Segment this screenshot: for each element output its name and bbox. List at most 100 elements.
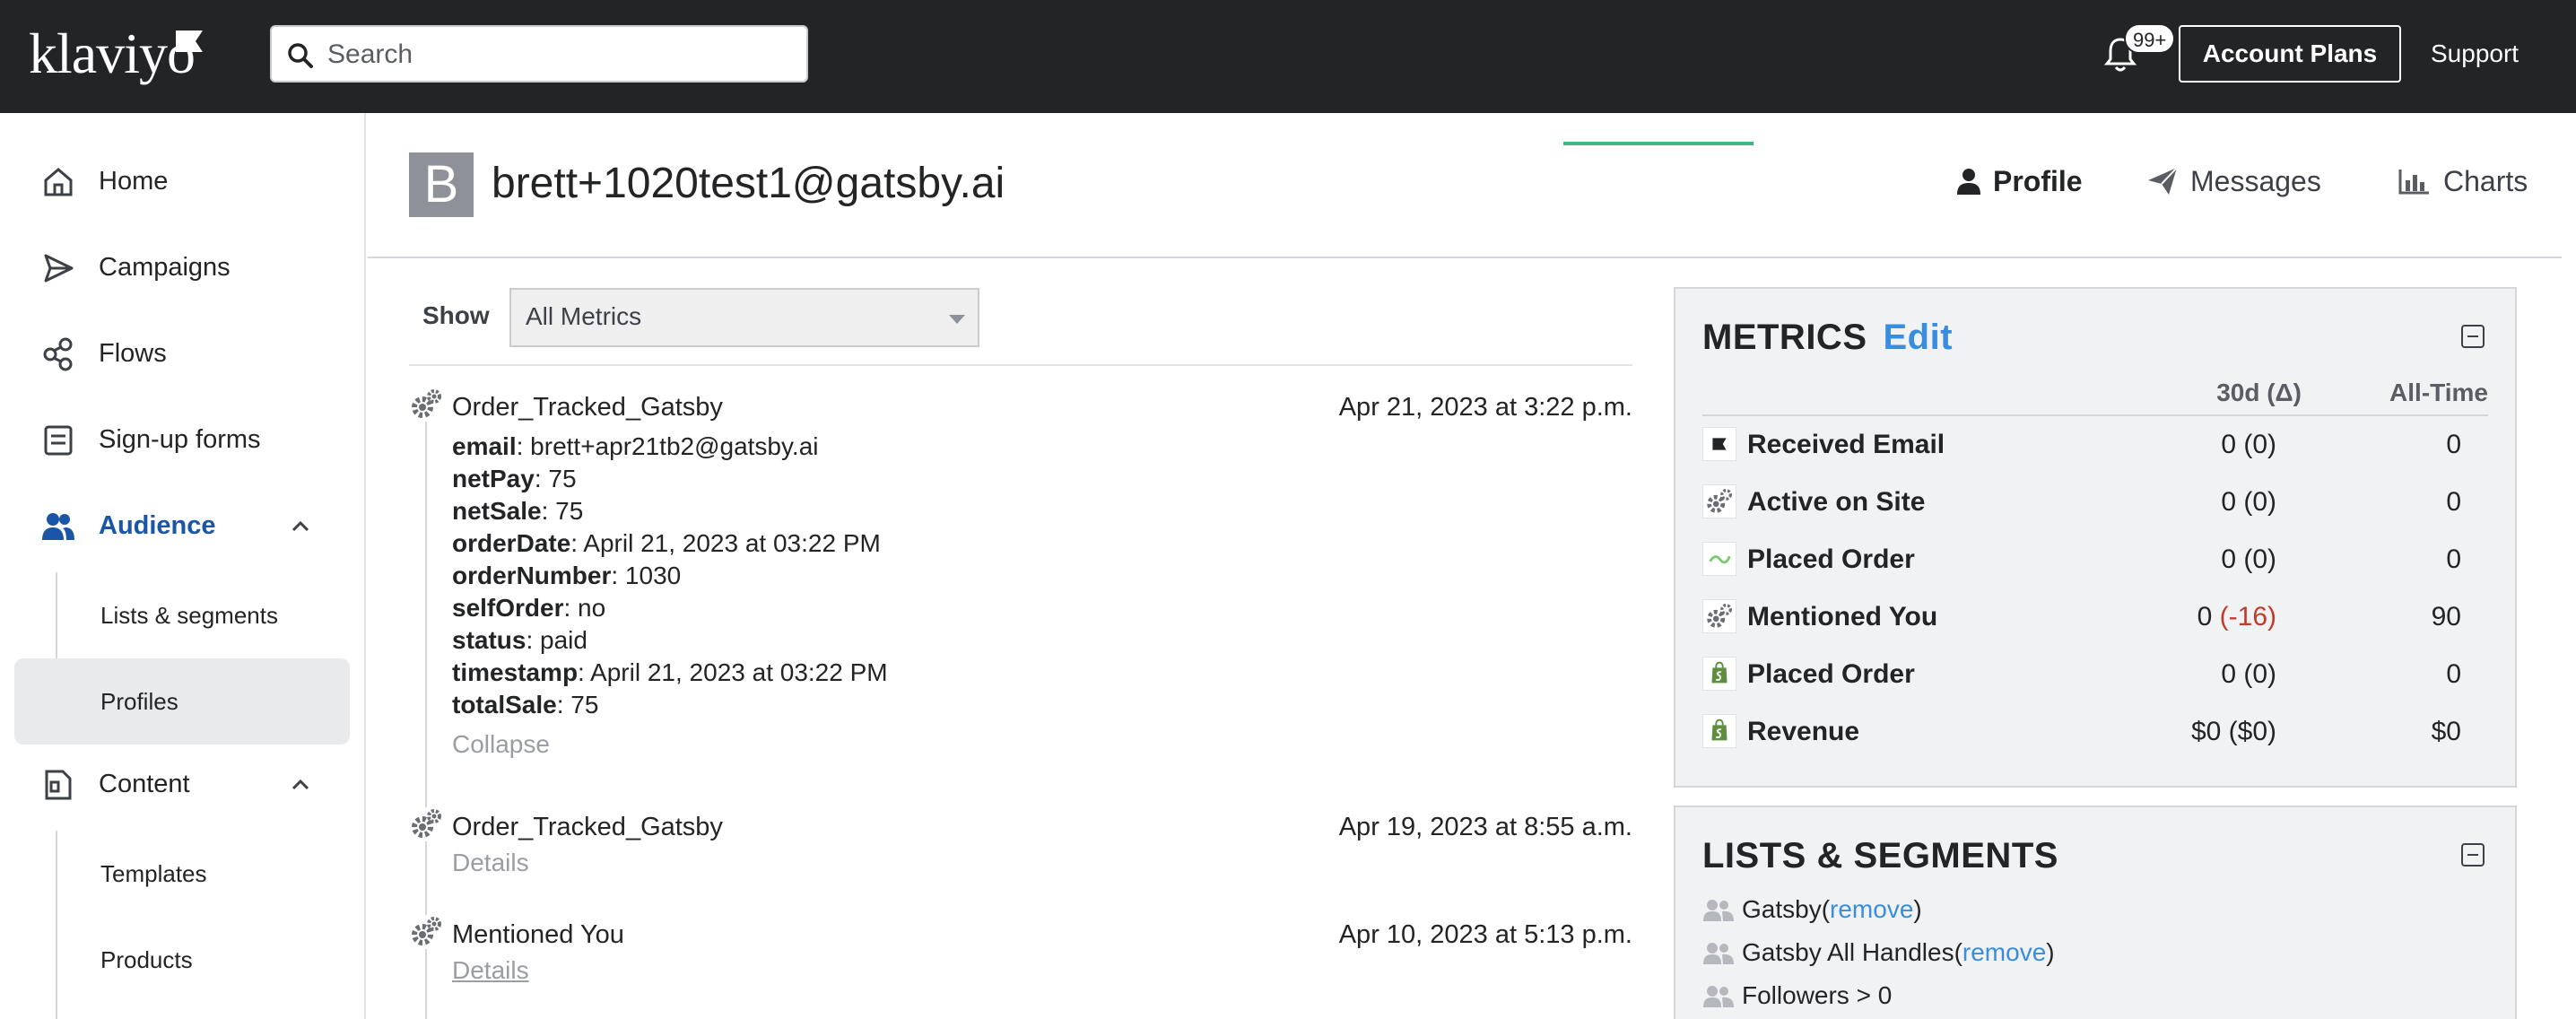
property-value: : April 21, 2023 at 03:22 PM bbox=[578, 658, 888, 686]
sidebar: Home Campaigns Flows Sign-up forms Audie… bbox=[0, 113, 366, 1019]
list-paren: ( bbox=[1821, 895, 1831, 923]
property-key: selfOrder bbox=[452, 594, 564, 622]
property-key: timestamp bbox=[452, 658, 579, 686]
activity-event: Order_Tracked_Gatsby Apr 19, 2023 at 8:5… bbox=[409, 807, 1632, 888]
chevron-up-icon[interactable] bbox=[289, 515, 312, 538]
active-tab-indicator bbox=[1563, 142, 1754, 145]
page-title: brett+1020test1@gatsby.ai bbox=[492, 160, 1005, 207]
collapse-link[interactable]: Collapse bbox=[452, 728, 550, 761]
list-name[interactable]: Followers > 0 bbox=[1742, 978, 1892, 1014]
property-key: netSale bbox=[452, 497, 542, 525]
sidebar-item-content[interactable]: Content bbox=[14, 745, 350, 823]
property-value: : paid bbox=[526, 626, 587, 654]
sidebar-subitem-profiles[interactable]: Profiles bbox=[14, 658, 350, 745]
sidebar-item-home[interactable]: Home bbox=[14, 142, 350, 221]
metrics-panel: METRICS Edit 30d (Δ) All-Time Received Em… bbox=[1674, 287, 2517, 788]
collapse-panel-icon[interactable] bbox=[2461, 325, 2485, 348]
metric-name: Received Email bbox=[1747, 430, 1945, 459]
sidebar-item-audience[interactable]: Audience bbox=[14, 486, 350, 565]
sidebar-subitem-label: Profiles bbox=[100, 688, 178, 715]
gatsby-icon bbox=[1702, 542, 1736, 576]
metric-row[interactable]: Mentioned You 0 (-16) 90 bbox=[1702, 587, 2488, 644]
property-key: orderDate bbox=[452, 529, 571, 557]
sidebar-item-label: Campaigns bbox=[99, 253, 231, 282]
metrics-title: METRICS Edit bbox=[1702, 314, 1953, 361]
remove-link[interactable]: remove bbox=[1830, 892, 1913, 928]
sidebar-subitem-label: Lists & segments bbox=[100, 602, 278, 629]
bar-chart-icon bbox=[2398, 170, 2429, 195]
details-link[interactable]: Details bbox=[452, 847, 529, 879]
col-header-all-time: All-Time bbox=[2389, 379, 2488, 406]
metric-all-time: 0 bbox=[2446, 544, 2461, 574]
person-icon bbox=[1957, 169, 1980, 195]
gear-icon bbox=[409, 807, 443, 841]
property-value: : 1030 bbox=[611, 562, 682, 589]
list-item: Gatsby All Handles (remove) bbox=[1702, 933, 2055, 972]
property-key: totalSale bbox=[452, 691, 557, 719]
metric-30d: 0 (0) bbox=[2221, 487, 2276, 517]
tab-charts[interactable]: Charts bbox=[2398, 160, 2528, 203]
property-value: : no bbox=[563, 594, 606, 622]
event-name[interactable]: Order_Tracked_Gatsby bbox=[452, 811, 723, 843]
list-paren: ) bbox=[1913, 895, 1922, 923]
search-input[interactable] bbox=[327, 36, 794, 74]
sidebar-item-campaigns[interactable]: Campaigns bbox=[14, 228, 350, 307]
property-key: email bbox=[452, 432, 517, 460]
tab-messages[interactable]: Messages bbox=[2147, 160, 2321, 203]
metric-row[interactable]: Revenue $0 ($0) $0 bbox=[1702, 701, 2488, 759]
list-name[interactable]: Gatsby All Handles bbox=[1742, 935, 1954, 971]
klaviyo-logo[interactable]: klaviyo bbox=[29, 25, 196, 83]
tab-label: Messages bbox=[2190, 165, 2321, 197]
metric-all-time: 0 bbox=[2446, 487, 2461, 517]
property-key: netPay bbox=[452, 465, 535, 492]
list-name[interactable]: Gatsby bbox=[1742, 892, 1822, 928]
gear-icon bbox=[409, 915, 443, 949]
metrics-heading: METRICS bbox=[1702, 318, 1867, 357]
sidebar-item-signup-forms[interactable]: Sign-up forms bbox=[14, 400, 350, 479]
metric-filter-value: All Metrics bbox=[526, 302, 642, 330]
tab-profile[interactable]: Profile bbox=[1957, 160, 2083, 203]
search-box[interactable] bbox=[270, 25, 808, 83]
metric-all-time: 90 bbox=[2431, 602, 2461, 631]
metric-30d: 0 (0) bbox=[2221, 430, 2276, 459]
sidebar-subitem-templates[interactable]: Templates bbox=[14, 831, 350, 917]
content-icon bbox=[45, 770, 72, 800]
metric-row[interactable]: Received Email 0 (0) 0 bbox=[1702, 414, 2488, 472]
event-date: Apr 19, 2023 at 8:55 a.m. bbox=[1338, 813, 1632, 841]
tab-label: Charts bbox=[2443, 165, 2528, 197]
event-property: selfOrder: no bbox=[452, 592, 888, 624]
metric-filter-select[interactable]: All Metrics bbox=[509, 288, 979, 347]
account-plans-button[interactable]: Account Plans bbox=[2179, 25, 2401, 83]
event-name[interactable]: Mentioned You bbox=[452, 919, 624, 951]
metric-row[interactable]: Placed Order 0 (0) 0 bbox=[1702, 644, 2488, 701]
metric-row[interactable]: Active on Site 0 (0) 0 bbox=[1702, 472, 2488, 529]
metric-row[interactable]: Placed Order 0 (0) 0 bbox=[1702, 529, 2488, 587]
event-property: timestamp: April 21, 2023 at 03:22 PM bbox=[452, 657, 888, 689]
event-property: orderNumber: 1030 bbox=[452, 560, 888, 592]
shopify-icon bbox=[1702, 714, 1736, 748]
feed-divider bbox=[409, 364, 1632, 366]
remove-link[interactable]: remove bbox=[1962, 935, 2046, 971]
details-link[interactable]: Details bbox=[452, 954, 529, 987]
paper-plane-icon bbox=[2148, 167, 2178, 195]
property-value: : 75 bbox=[534, 465, 577, 492]
sidebar-item-flows[interactable]: Flows bbox=[14, 314, 350, 393]
avatar: B bbox=[409, 152, 474, 217]
metric-30d: 0 (0) bbox=[2221, 659, 2276, 689]
event-property: orderDate: April 21, 2023 at 03:22 PM bbox=[452, 527, 888, 560]
gear-icon bbox=[409, 388, 443, 422]
sidebar-subitem-products[interactable]: Products bbox=[14, 917, 350, 1003]
event-name[interactable]: Order_Tracked_Gatsby bbox=[452, 391, 723, 423]
metrics-edit-link[interactable]: Edit bbox=[1884, 318, 1954, 357]
chevron-up-icon[interactable] bbox=[289, 773, 312, 797]
support-link[interactable]: Support bbox=[2431, 36, 2519, 72]
event-property: netPay: 75 bbox=[452, 463, 888, 495]
list-item: Followers > 0 bbox=[1702, 976, 1892, 1015]
sidebar-subitem-lists-segments[interactable]: Lists & segments bbox=[14, 572, 350, 658]
col-header-30d: 30d (Δ) bbox=[2216, 379, 2302, 406]
top-bar: klaviyo 99+ Account Plans Support bbox=[0, 0, 2576, 113]
collapse-panel-icon[interactable] bbox=[2461, 843, 2485, 867]
notification-badge: 99+ bbox=[2124, 23, 2176, 54]
klaviyo-flag-icon bbox=[1702, 427, 1736, 461]
sidebar-subitem-label: Templates bbox=[100, 860, 207, 887]
